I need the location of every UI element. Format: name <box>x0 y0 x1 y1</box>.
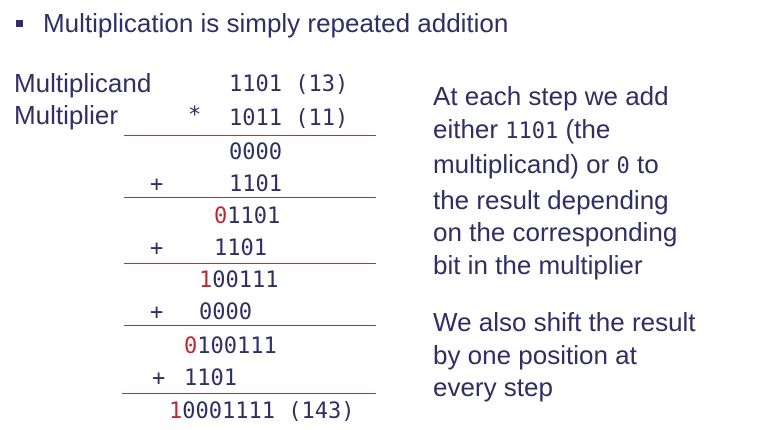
separator-line <box>124 325 376 326</box>
partial-row-7: 0100111 <box>184 334 277 359</box>
explanation-paragraph-2: We also shift the result by one position… <box>433 307 696 402</box>
bullet-marker-icon <box>16 20 23 27</box>
inline-code: 0 <box>616 154 630 179</box>
final-result: 10001111 (143) <box>169 399 355 424</box>
multiplicand-value: 1101 (13) <box>229 72 349 97</box>
shifted-bit: 0 <box>214 204 228 229</box>
plus-sign: + <box>150 236 164 261</box>
slide-heading: Multiplication is simply repeated additi… <box>43 8 509 38</box>
partial-row-2: 1101 <box>229 172 282 197</box>
multiplier-value: 1011 (11) <box>229 106 349 131</box>
partial-row-6: 0000 <box>199 300 252 325</box>
inline-code: 1101 <box>505 118 559 144</box>
carry-bit: 1 <box>169 399 183 424</box>
partial-row-5: 100111 <box>199 268 279 293</box>
explanation-paragraph-1: At each step we add either 1101 (the mul… <box>433 81 678 280</box>
separator-line <box>124 197 376 198</box>
partial-row-4: 1101 <box>214 236 267 261</box>
shifted-bit: 1 <box>199 268 213 293</box>
partial-row-3: 01101 <box>214 204 281 229</box>
partial-row-1: 0000 <box>229 140 282 165</box>
multiplicand-label: Multiplicand <box>14 68 152 98</box>
plus-sign: + <box>150 300 164 325</box>
plus-sign: + <box>150 172 164 197</box>
partial-row-8: 1101 <box>184 366 237 391</box>
separator-line <box>122 393 376 394</box>
plus-sign: + <box>152 366 166 391</box>
separator-line <box>124 135 376 136</box>
multiplier-label: Multiplier <box>14 100 119 130</box>
multiply-operator: * <box>188 103 202 128</box>
bullet-point: Multiplication is simply repeated additi… <box>16 8 508 39</box>
shifted-bit: 0 <box>184 334 198 359</box>
separator-line <box>124 263 376 264</box>
